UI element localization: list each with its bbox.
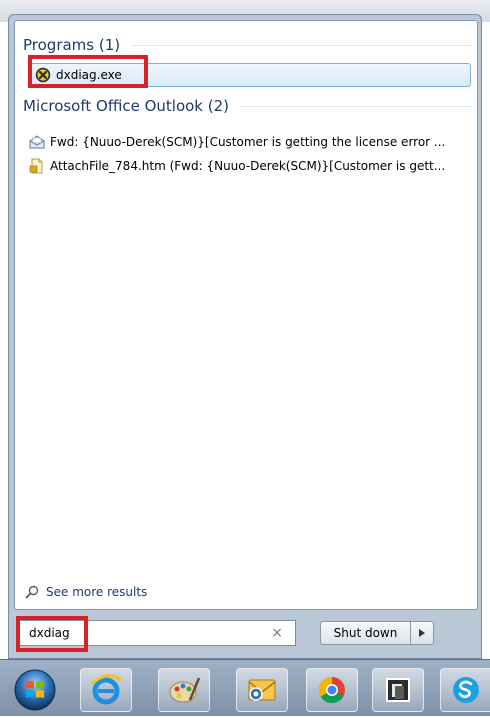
start-button[interactable]	[6, 666, 64, 714]
highlight-box-dxdiag	[28, 55, 148, 88]
taskbar-chrome[interactable]	[306, 668, 358, 712]
shutdown-control: Shut down	[320, 621, 434, 645]
app-window-icon	[386, 678, 410, 702]
search-results-pane: Programs (1) dxdiag.exe Microsoft Office…	[14, 20, 478, 610]
magnifier-icon	[25, 585, 39, 599]
see-more-results-link[interactable]: See more results	[25, 583, 147, 601]
start-menu: Programs (1) dxdiag.exe Microsoft Office…	[8, 14, 482, 659]
group-divider	[132, 44, 473, 46]
shutdown-options-button[interactable]	[411, 622, 433, 644]
group-header-outlook-label: Microsoft Office Outlook (2)	[23, 97, 230, 115]
document-icon	[29, 158, 43, 174]
taskbar-internet-explorer[interactable]	[80, 668, 132, 712]
arrow-right-icon	[419, 629, 425, 637]
result-item-label: Fwd: {Nuuo-Derek(SCM)}[Customer is getti…	[50, 135, 446, 149]
result-item-email[interactable]: Fwd: {Nuuo-Derek(SCM)}[Customer is getti…	[29, 131, 471, 153]
group-divider	[241, 105, 473, 107]
group-header-outlook[interactable]: Microsoft Office Outlook (2)	[23, 96, 473, 116]
skype-icon	[452, 677, 479, 703]
taskbar-paint[interactable]	[158, 668, 210, 712]
outlook-icon	[248, 679, 276, 701]
group-header-programs[interactable]: Programs (1)	[23, 35, 473, 55]
paint-icon	[169, 677, 201, 703]
shutdown-button[interactable]: Shut down	[321, 622, 411, 644]
result-item-attachment[interactable]: AttachFile_784.htm (Fwd: {Nuuo-Derek(SCM…	[29, 155, 471, 177]
see-more-label: See more results	[46, 585, 148, 599]
start-orb-icon	[14, 669, 56, 711]
taskbar-app-window[interactable]	[372, 668, 424, 712]
chrome-icon	[318, 676, 345, 704]
internet-explorer-icon	[90, 674, 122, 705]
taskbar	[0, 659, 490, 716]
taskbar-skype[interactable]	[440, 668, 490, 712]
taskbar-outlook[interactable]	[236, 668, 288, 712]
group-header-programs-label: Programs (1)	[23, 36, 121, 54]
clear-search-icon[interactable]: ×	[271, 625, 283, 641]
envelope-icon	[29, 135, 45, 149]
result-item-label: AttachFile_784.htm (Fwd: {Nuuo-Derek(SCM…	[50, 159, 446, 173]
highlight-box-search	[16, 616, 88, 652]
